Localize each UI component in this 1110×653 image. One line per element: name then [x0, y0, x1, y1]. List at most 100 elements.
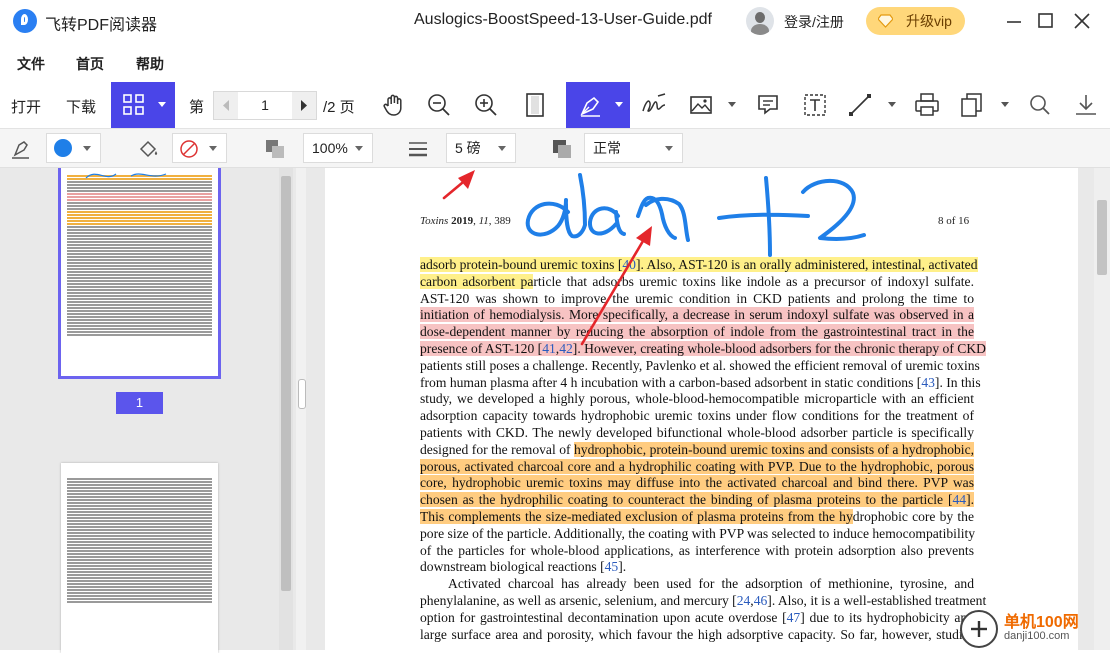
- pen-icon: [580, 96, 600, 117]
- chevron-down-icon[interactable]: [728, 102, 736, 107]
- minimize-button[interactable]: [1002, 9, 1026, 33]
- text-line[interactable]: chosen as the hydrophilic coating to cou…: [420, 492, 974, 509]
- thumbnail-view-button[interactable]: [111, 82, 175, 128]
- copy-pages-icon[interactable]: [958, 91, 986, 119]
- text-line[interactable]: adsorption capacity towards hydrophobic …: [420, 408, 974, 425]
- citation-link[interactable]: 46: [754, 593, 768, 608]
- zoom-in-icon[interactable]: [472, 91, 500, 119]
- viewer-scrollbar-thumb[interactable]: [1097, 200, 1107, 275]
- page-number-input[interactable]: 1: [240, 92, 290, 119]
- text-line[interactable]: porous, activated charcoal core and a hy…: [420, 458, 974, 476]
- menu-home[interactable]: 首页: [76, 54, 104, 74]
- text-line[interactable]: dose-dependent manner by reducing the ab…: [420, 324, 974, 341]
- text-line[interactable]: This complements the size-mediated exclu…: [420, 508, 974, 526]
- upgrade-vip-button[interactable]: 升级vip: [866, 7, 965, 35]
- citation-link[interactable]: 41: [542, 340, 556, 356]
- close-button[interactable]: [1070, 9, 1094, 33]
- splitter-grip-handle[interactable]: [298, 379, 306, 409]
- text-line[interactable]: option for gastrointestinal decontaminat…: [420, 610, 974, 627]
- opacity-icon: [266, 140, 284, 158]
- citation-link[interactable]: 40: [622, 257, 636, 272]
- maximize-icon: [1038, 13, 1053, 28]
- text-line[interactable]: AST-120 was shown to improve the uremic …: [420, 291, 974, 308]
- pen-style-icon[interactable]: [9, 137, 33, 161]
- text-line[interactable]: pore size of the particle. Additionally,…: [420, 525, 976, 543]
- text-span: of the particles for whole-blood applica…: [420, 542, 974, 558]
- open-button[interactable]: 打开: [11, 96, 41, 117]
- sidebar-splitter[interactable]: [296, 168, 306, 650]
- chevron-down-icon: [665, 146, 673, 151]
- citation-link[interactable]: 42: [559, 340, 573, 356]
- annotate-pen-button[interactable]: [566, 82, 630, 128]
- chevron-down-icon[interactable]: [1001, 102, 1009, 107]
- text-line[interactable]: presence of AST-120 [41,42]. However, cr…: [420, 340, 986, 358]
- chevron-down-icon: [83, 146, 91, 151]
- text-span: pore size of the particle. Additionally,…: [420, 525, 976, 541]
- image-icon[interactable]: [687, 91, 715, 119]
- text-line[interactable]: of the particles for whole-blood applica…: [420, 543, 974, 560]
- citation-link[interactable]: 47: [787, 610, 801, 625]
- citation-link[interactable]: 44: [952, 492, 967, 508]
- chevron-down-icon[interactable]: [888, 102, 896, 107]
- text-line[interactable]: phenylalanine, as well as arsenic, selen…: [420, 593, 986, 610]
- text-line[interactable]: initiation of hemodialysis. More specifi…: [420, 307, 974, 324]
- page-thumbnail-2[interactable]: [61, 463, 218, 653]
- maximize-button[interactable]: [1034, 9, 1058, 33]
- text-line[interactable]: downstream biological reactions [45].: [420, 559, 974, 576]
- hand-tool-icon[interactable]: [380, 91, 408, 119]
- next-page-button[interactable]: [292, 92, 316, 119]
- line-weight-select[interactable]: 5 磅: [446, 133, 516, 163]
- blend-mode-select[interactable]: 正常: [584, 133, 683, 163]
- text-span: hydrophobic, protein-bound uremic toxins…: [574, 441, 975, 457]
- text-span: dose-dependent manner by reducing the ab…: [420, 324, 974, 340]
- download-icon[interactable]: [1072, 91, 1100, 119]
- login-register-link[interactable]: 登录/注册: [784, 12, 844, 32]
- text-line[interactable]: patients still poses a challenge. Recent…: [420, 358, 980, 375]
- text-line[interactable]: Activated charcoal has already been used…: [420, 576, 974, 593]
- text-line[interactable]: from human plasma after 4 h incubation w…: [420, 374, 981, 392]
- download-button[interactable]: 下载: [66, 96, 96, 117]
- document-body-text[interactable]: adsorb protein-bound uremic toxins [40].…: [420, 257, 986, 644]
- zoom-out-icon[interactable]: [425, 91, 453, 119]
- prev-page-button[interactable]: [214, 92, 238, 119]
- text-span: presence of AST-120 [: [420, 340, 543, 356]
- fill-bucket-icon[interactable]: [136, 136, 162, 162]
- citation-link[interactable]: 43: [921, 375, 935, 390]
- page-prefix-label: 第: [189, 99, 205, 116]
- text-line[interactable]: designed for the removal of hydrophobic,…: [420, 441, 975, 459]
- text-span: adsorb protein-bound uremic toxins [: [420, 257, 623, 272]
- text-span: carbon adsorbent pa: [420, 273, 534, 289]
- text-line[interactable]: large surface area and porosity, which f…: [420, 627, 974, 644]
- text-span: adsorption capacity towards hydrophobic …: [420, 408, 974, 424]
- text-line[interactable]: study, we developed a highly porous, who…: [420, 391, 974, 408]
- opacity-value: 100%: [312, 140, 348, 156]
- fill-color-picker[interactable]: [172, 133, 227, 163]
- app-logo-icon: [13, 9, 37, 33]
- text-line[interactable]: core, hydrophobic uremic toxins may diff…: [420, 475, 974, 492]
- search-icon[interactable]: [1026, 91, 1054, 119]
- diamond-icon: [878, 14, 893, 28]
- page-thumbnail-1[interactable]: [58, 168, 221, 379]
- page-fit-icon[interactable]: [521, 91, 549, 119]
- text-span: This complements the size-mediated exclu…: [420, 508, 853, 524]
- citation-link[interactable]: 24: [737, 593, 751, 608]
- signature-icon[interactable]: [640, 91, 668, 119]
- color-swatch: [54, 139, 72, 157]
- textbox-icon[interactable]: [801, 91, 829, 119]
- text-span: from human plasma after 4 h incubation w…: [420, 374, 922, 390]
- comment-icon[interactable]: [754, 91, 782, 119]
- user-avatar[interactable]: [746, 7, 774, 35]
- text-span: ]. Also, AST-120 is an orally administer…: [635, 257, 978, 272]
- menu-help[interactable]: 帮助: [136, 54, 164, 74]
- sidebar-scrollbar-thumb[interactable]: [281, 176, 291, 591]
- menu-file[interactable]: 文件: [17, 54, 45, 74]
- text-line[interactable]: carbon adsorbent particle that adsorbs u…: [420, 273, 974, 291]
- stroke-color-picker[interactable]: [46, 133, 101, 163]
- text-line[interactable]: patients with CKD. The newly developed b…: [420, 425, 974, 442]
- citation-link[interactable]: 45: [605, 559, 619, 574]
- line-tool-icon[interactable]: [846, 91, 874, 119]
- print-icon[interactable]: [913, 91, 941, 119]
- text-line[interactable]: adsorb protein-bound uremic toxins [40].…: [420, 257, 978, 274]
- opacity-select[interactable]: 100%: [303, 133, 373, 163]
- menu-bar: 文件 首页 帮助: [0, 42, 1110, 83]
